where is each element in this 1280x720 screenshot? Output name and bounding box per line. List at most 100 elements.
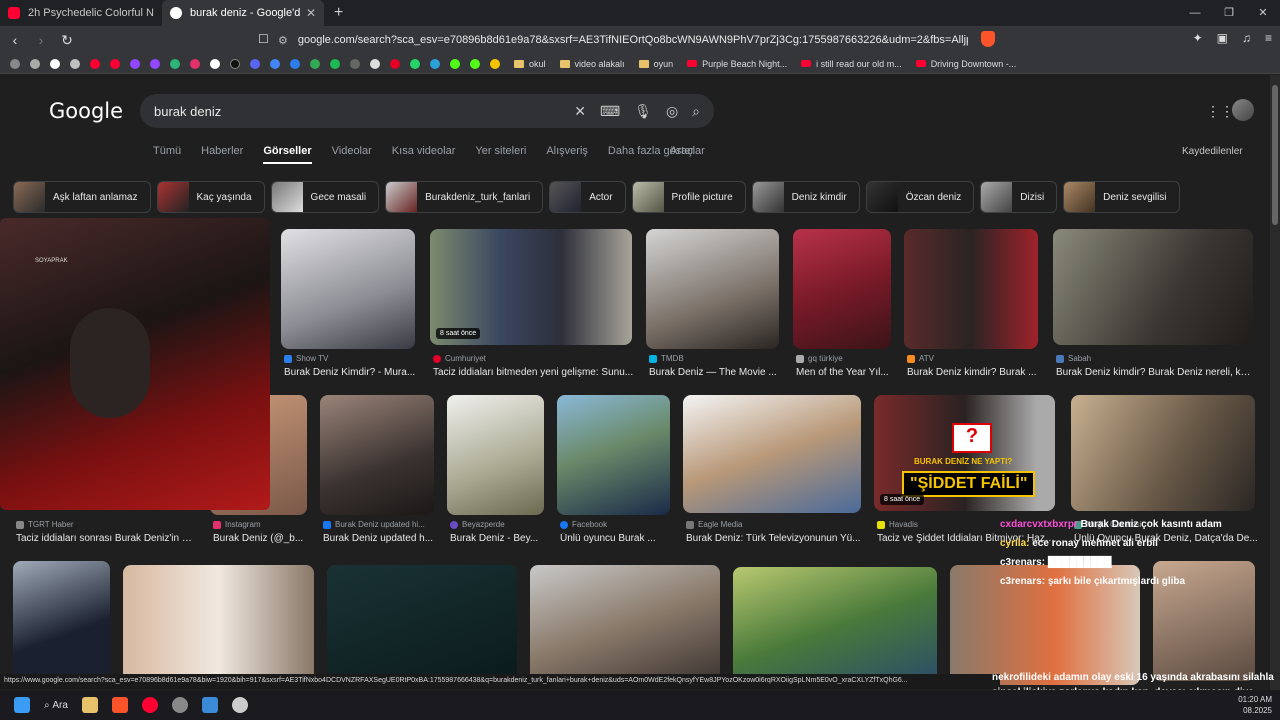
- scrollbar[interactable]: [1270, 75, 1280, 720]
- url-field[interactable]: ⚙ google.com/search?sca_esv=e70896b8d61e…: [278, 34, 968, 47]
- discord-icon[interactable]: [250, 58, 260, 69]
- result-title[interactable]: Taciz iddiaları bitmeden yeni gelişme: S…: [433, 367, 635, 378]
- result-image[interactable]: 8 saat önce: [430, 229, 632, 345]
- forward-button[interactable]: ›: [30, 32, 52, 48]
- instagram-icon[interactable]: [190, 58, 200, 69]
- bookmark-link[interactable]: Driving Downtown -...: [915, 59, 1016, 69]
- bookmark-folder[interactable]: video alakalı: [559, 59, 625, 69]
- result-image[interactable]: [904, 229, 1038, 349]
- image-result[interactable]: Facebook Ünlü oyuncu Burak ...: [557, 395, 670, 555]
- result-image[interactable]: ? BURAK DENİZ NE YAPTI? "ŞİDDET FAİLİ" 8…: [874, 395, 1055, 511]
- result-image[interactable]: [1053, 229, 1253, 345]
- related-chip[interactable]: Burakdeniz_turk_fanlari: [385, 181, 544, 213]
- site-settings-icon[interactable]: ⚙: [278, 34, 288, 47]
- windows-start-icon[interactable]: [14, 697, 30, 713]
- image-result[interactable]: [530, 565, 720, 685]
- new-tab-button[interactable]: +: [334, 4, 343, 22]
- bookmark-icon[interactable]: [350, 58, 360, 69]
- taskbar-search[interactable]: ⌕ Ara: [44, 700, 68, 711]
- menu-icon[interactable]: ≡: [1265, 31, 1272, 45]
- result-title[interactable]: Men of the Year Yıl...: [796, 367, 894, 378]
- extensions-icon[interactable]: ✦: [1193, 31, 1203, 45]
- obs-icon[interactable]: [171, 697, 188, 713]
- drive-icon[interactable]: [310, 58, 320, 69]
- photos-icon[interactable]: [201, 697, 218, 713]
- sidebar-icon[interactable]: ▣: [1217, 31, 1228, 45]
- related-chip[interactable]: Kaç yaşında: [156, 181, 265, 213]
- kick-icon[interactable]: [450, 58, 460, 69]
- tiktok-icon[interactable]: [230, 58, 240, 69]
- telegram-icon[interactable]: [430, 58, 440, 69]
- result-image[interactable]: [557, 395, 670, 515]
- bookmark-icon[interactable]: [170, 58, 180, 69]
- result-image[interactable]: [683, 395, 861, 513]
- result-image[interactable]: [327, 565, 517, 685]
- related-chip[interactable]: Actor: [549, 181, 626, 213]
- image-result[interactable]: Eagle Media Burak Deniz: Türk Televizyon…: [683, 395, 861, 555]
- related-chip[interactable]: Deniz kimdir: [751, 181, 860, 213]
- related-chip[interactable]: Dizisi: [980, 181, 1058, 213]
- bookmark-link[interactable]: Purple Beach Night...: [687, 59, 787, 69]
- google-logo[interactable]: Google: [49, 99, 123, 123]
- brave-browser-icon[interactable]: [111, 697, 128, 713]
- bookmark-icon[interactable]: [270, 58, 280, 69]
- file-explorer-icon[interactable]: [81, 697, 98, 713]
- reload-button[interactable]: ↻: [56, 32, 78, 49]
- bookmark-icon[interactable]: [290, 58, 300, 69]
- image-result[interactable]: gq türkiye Men of the Year Yıl...: [793, 229, 891, 389]
- result-title[interactable]: Burak Deniz Kimdir? - Mura...: [284, 367, 418, 378]
- result-image[interactable]: [320, 395, 434, 515]
- result-title[interactable]: Taciz iddiaları sonrası Burak Deniz'in v…: [16, 533, 196, 544]
- result-title[interactable]: Burak Deniz updated h...: [323, 533, 437, 544]
- result-title[interactable]: Burak Deniz: Türk Televizyonunun Yü...: [686, 533, 864, 544]
- youtube-app-icon[interactable]: [141, 697, 158, 713]
- image-result[interactable]: Show TV Burak Deniz Kimdir? - Mura...: [281, 229, 415, 389]
- close-window-button[interactable]: ✕: [1246, 0, 1280, 26]
- microphone-icon[interactable]: 🎙: [634, 103, 652, 120]
- result-image[interactable]: [530, 565, 720, 685]
- result-title[interactable]: Burak Deniz — The Movie ...: [649, 367, 782, 378]
- brave-shield-icon[interactable]: [981, 31, 995, 47]
- twitch-icon[interactable]: [130, 58, 140, 69]
- filter-images[interactable]: Görseller: [263, 145, 312, 164]
- result-image[interactable]: [646, 229, 779, 349]
- image-result[interactable]: TMDB Burak Deniz — The Movie ...: [646, 229, 779, 389]
- result-title[interactable]: Burak Deniz kimdir? Burak ...: [907, 367, 1041, 378]
- result-image[interactable]: [123, 565, 314, 685]
- image-result[interactable]: ATV Burak Deniz kimdir? Burak ...: [904, 229, 1038, 389]
- twitch-icon[interactable]: [150, 58, 160, 69]
- filter-all[interactable]: Tümü: [153, 145, 181, 164]
- search-input[interactable]: burak deniz: [154, 104, 574, 119]
- filter-news[interactable]: Haberler: [201, 145, 243, 164]
- bookmark-icon[interactable]: [30, 58, 40, 69]
- x-icon[interactable]: [210, 58, 220, 69]
- spotify-icon[interactable]: [330, 58, 340, 69]
- bookmark-icon[interactable]: [70, 58, 80, 69]
- keyboard-icon[interactable]: ⌨: [600, 103, 620, 120]
- result-image[interactable]: [733, 567, 937, 687]
- related-chip[interactable]: Özcan deniz: [865, 181, 975, 213]
- result-image[interactable]: [793, 229, 891, 349]
- kick-icon[interactable]: [470, 58, 480, 69]
- related-chip[interactable]: Profile picture: [631, 181, 746, 213]
- image-result[interactable]: [123, 565, 314, 685]
- image-result[interactable]: Sabah Burak Deniz kimdir? Burak Deniz ne…: [1053, 229, 1256, 389]
- result-image[interactable]: [1071, 395, 1255, 511]
- bookmark-icon[interactable]: [490, 58, 500, 69]
- bookmark-folder[interactable]: oyun: [638, 59, 673, 69]
- tab-google-search[interactable]: burak deniz - Google'da Ara ✕: [162, 0, 324, 26]
- related-chip[interactable]: Aşk laftan anlamaz: [13, 181, 151, 213]
- result-image[interactable]: [13, 561, 110, 681]
- restore-button[interactable]: ❐: [1212, 0, 1246, 26]
- image-result[interactable]: Beyazperde Burak Deniz - Bey...: [447, 395, 544, 555]
- filter-web[interactable]: Yer siteleri: [475, 145, 526, 164]
- image-result[interactable]: [13, 561, 110, 681]
- bookmark-link[interactable]: i still read our old m...: [801, 59, 902, 69]
- filter-short-videos[interactable]: Kısa videolar: [392, 145, 456, 164]
- image-result[interactable]: Burak Deniz updated hi... Burak Deniz up…: [320, 395, 434, 555]
- minimize-button[interactable]: —: [1178, 0, 1212, 26]
- settings-icon[interactable]: [231, 697, 248, 713]
- filter-videos[interactable]: Videolar: [332, 145, 372, 164]
- media-icon[interactable]: ♫: [1242, 31, 1251, 45]
- avatar[interactable]: [1232, 99, 1254, 121]
